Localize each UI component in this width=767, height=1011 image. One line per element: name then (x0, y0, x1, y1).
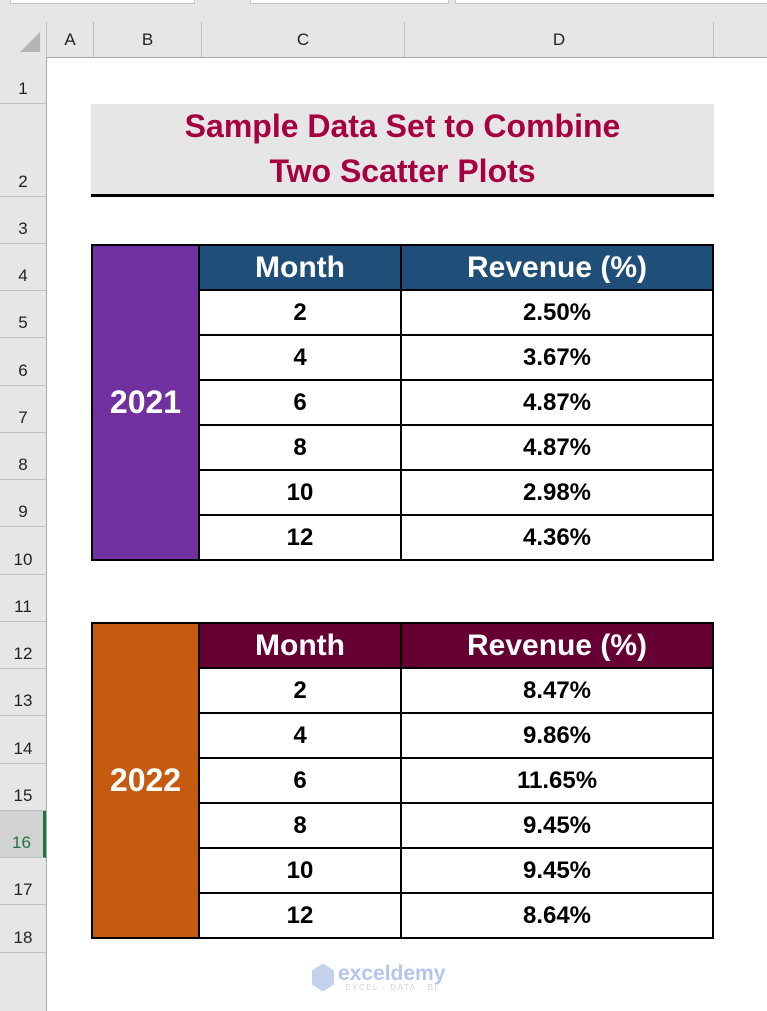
month-cell[interactable]: 6 (198, 757, 402, 804)
row-header-17[interactable]: 17 (0, 858, 46, 905)
table-header-row: 2022 Month Revenue (%) (91, 622, 714, 939)
year-cell-2022[interactable]: 2022 (91, 622, 200, 939)
month-cell[interactable]: 6 (198, 379, 402, 426)
row-header-10[interactable]: 10 (0, 527, 46, 575)
revenue-cell[interactable]: 11.65% (400, 757, 714, 804)
row-header-7[interactable]: 7 (0, 386, 46, 433)
revenue-cell[interactable]: 9.86% (400, 712, 714, 759)
column-header-d[interactable]: D (404, 22, 713, 57)
month-cell[interactable]: 12 (198, 892, 402, 939)
column-header-b[interactable]: B (93, 22, 201, 57)
month-cell[interactable]: 2 (198, 667, 402, 714)
row-header-2[interactable]: 2 (0, 104, 46, 197)
month-cell[interactable]: 8 (198, 424, 402, 471)
column-header-a[interactable]: A (46, 22, 93, 57)
revenue-cell[interactable]: 2.98% (400, 469, 714, 516)
table-header-row: 2021 Month Revenue (%) (91, 244, 714, 561)
row-header-3[interactable]: 3 (0, 197, 46, 244)
watermark-tagline: EXCEL · DATA · BI (345, 983, 439, 992)
row-header-9[interactable]: 9 (0, 480, 46, 527)
row-header-16-selected[interactable]: 16 (0, 811, 46, 858)
month-cell[interactable]: 4 (198, 712, 402, 759)
column-header-c[interactable]: C (201, 22, 404, 57)
row-header-12[interactable]: 12 (0, 622, 46, 669)
month-cell[interactable]: 12 (198, 514, 402, 561)
month-cell[interactable]: 4 (198, 334, 402, 381)
column-header-e[interactable] (713, 22, 767, 57)
header-month[interactable]: Month (198, 622, 402, 669)
month-cell[interactable]: 2 (198, 289, 402, 336)
row-header-15[interactable]: 15 (0, 764, 46, 811)
revenue-cell[interactable]: 8.47% (400, 667, 714, 714)
row-header-4[interactable]: 4 (0, 244, 46, 291)
year-cell-2021[interactable]: 2021 (91, 244, 200, 561)
row-header-1[interactable]: 1 (0, 57, 46, 104)
month-cell[interactable]: 10 (198, 469, 402, 516)
title-line-2: Two Scatter Plots (269, 153, 536, 189)
revenue-cell[interactable]: 3.67% (400, 334, 714, 381)
select-all-triangle-icon (20, 32, 40, 52)
formula-bar-area (0, 0, 767, 22)
select-all-button[interactable] (0, 22, 46, 57)
table-2022: 2022 Month Revenue (%) 2 8.47% 4 9.86% 6… (91, 622, 714, 939)
title-line-1: Sample Data Set to Combine (184, 108, 621, 144)
table-2021: 2021 Month Revenue (%) 2 2.50% 4 3.67% 6… (91, 244, 714, 561)
row-header-18[interactable]: 18 (0, 905, 46, 953)
revenue-cell[interactable]: 8.64% (400, 892, 714, 939)
formula-bar-control[interactable] (250, 0, 449, 4)
revenue-cell[interactable]: 9.45% (400, 802, 714, 849)
row-header-6[interactable]: 6 (0, 338, 46, 386)
revenue-cell[interactable]: 9.45% (400, 847, 714, 894)
row-header-8[interactable]: 8 (0, 433, 46, 480)
name-box[interactable] (10, 0, 195, 4)
revenue-cell[interactable]: 4.87% (400, 379, 714, 426)
revenue-cell[interactable]: 2.50% (400, 289, 714, 336)
revenue-cell[interactable]: 4.87% (400, 424, 714, 471)
row-header-11[interactable]: 11 (0, 575, 46, 622)
formula-input[interactable] (455, 0, 767, 4)
row-header-14[interactable]: 14 (0, 716, 46, 764)
month-cell[interactable]: 8 (198, 802, 402, 849)
revenue-cell[interactable]: 4.36% (400, 514, 714, 561)
exceldemy-logo-icon (312, 963, 334, 992)
row-header-5[interactable]: 5 (0, 291, 46, 338)
exceldemy-watermark: exceldemy EXCEL · DATA · BI (312, 963, 445, 992)
header-revenue[interactable]: Revenue (%) (400, 622, 714, 669)
sheet-title[interactable]: Sample Data Set to Combine Two Scatter P… (91, 104, 714, 197)
header-revenue[interactable]: Revenue (%) (400, 244, 714, 291)
watermark-name: exceldemy (338, 962, 446, 985)
header-month[interactable]: Month (198, 244, 402, 291)
row-header-13[interactable]: 13 (0, 669, 46, 716)
month-cell[interactable]: 10 (198, 847, 402, 894)
